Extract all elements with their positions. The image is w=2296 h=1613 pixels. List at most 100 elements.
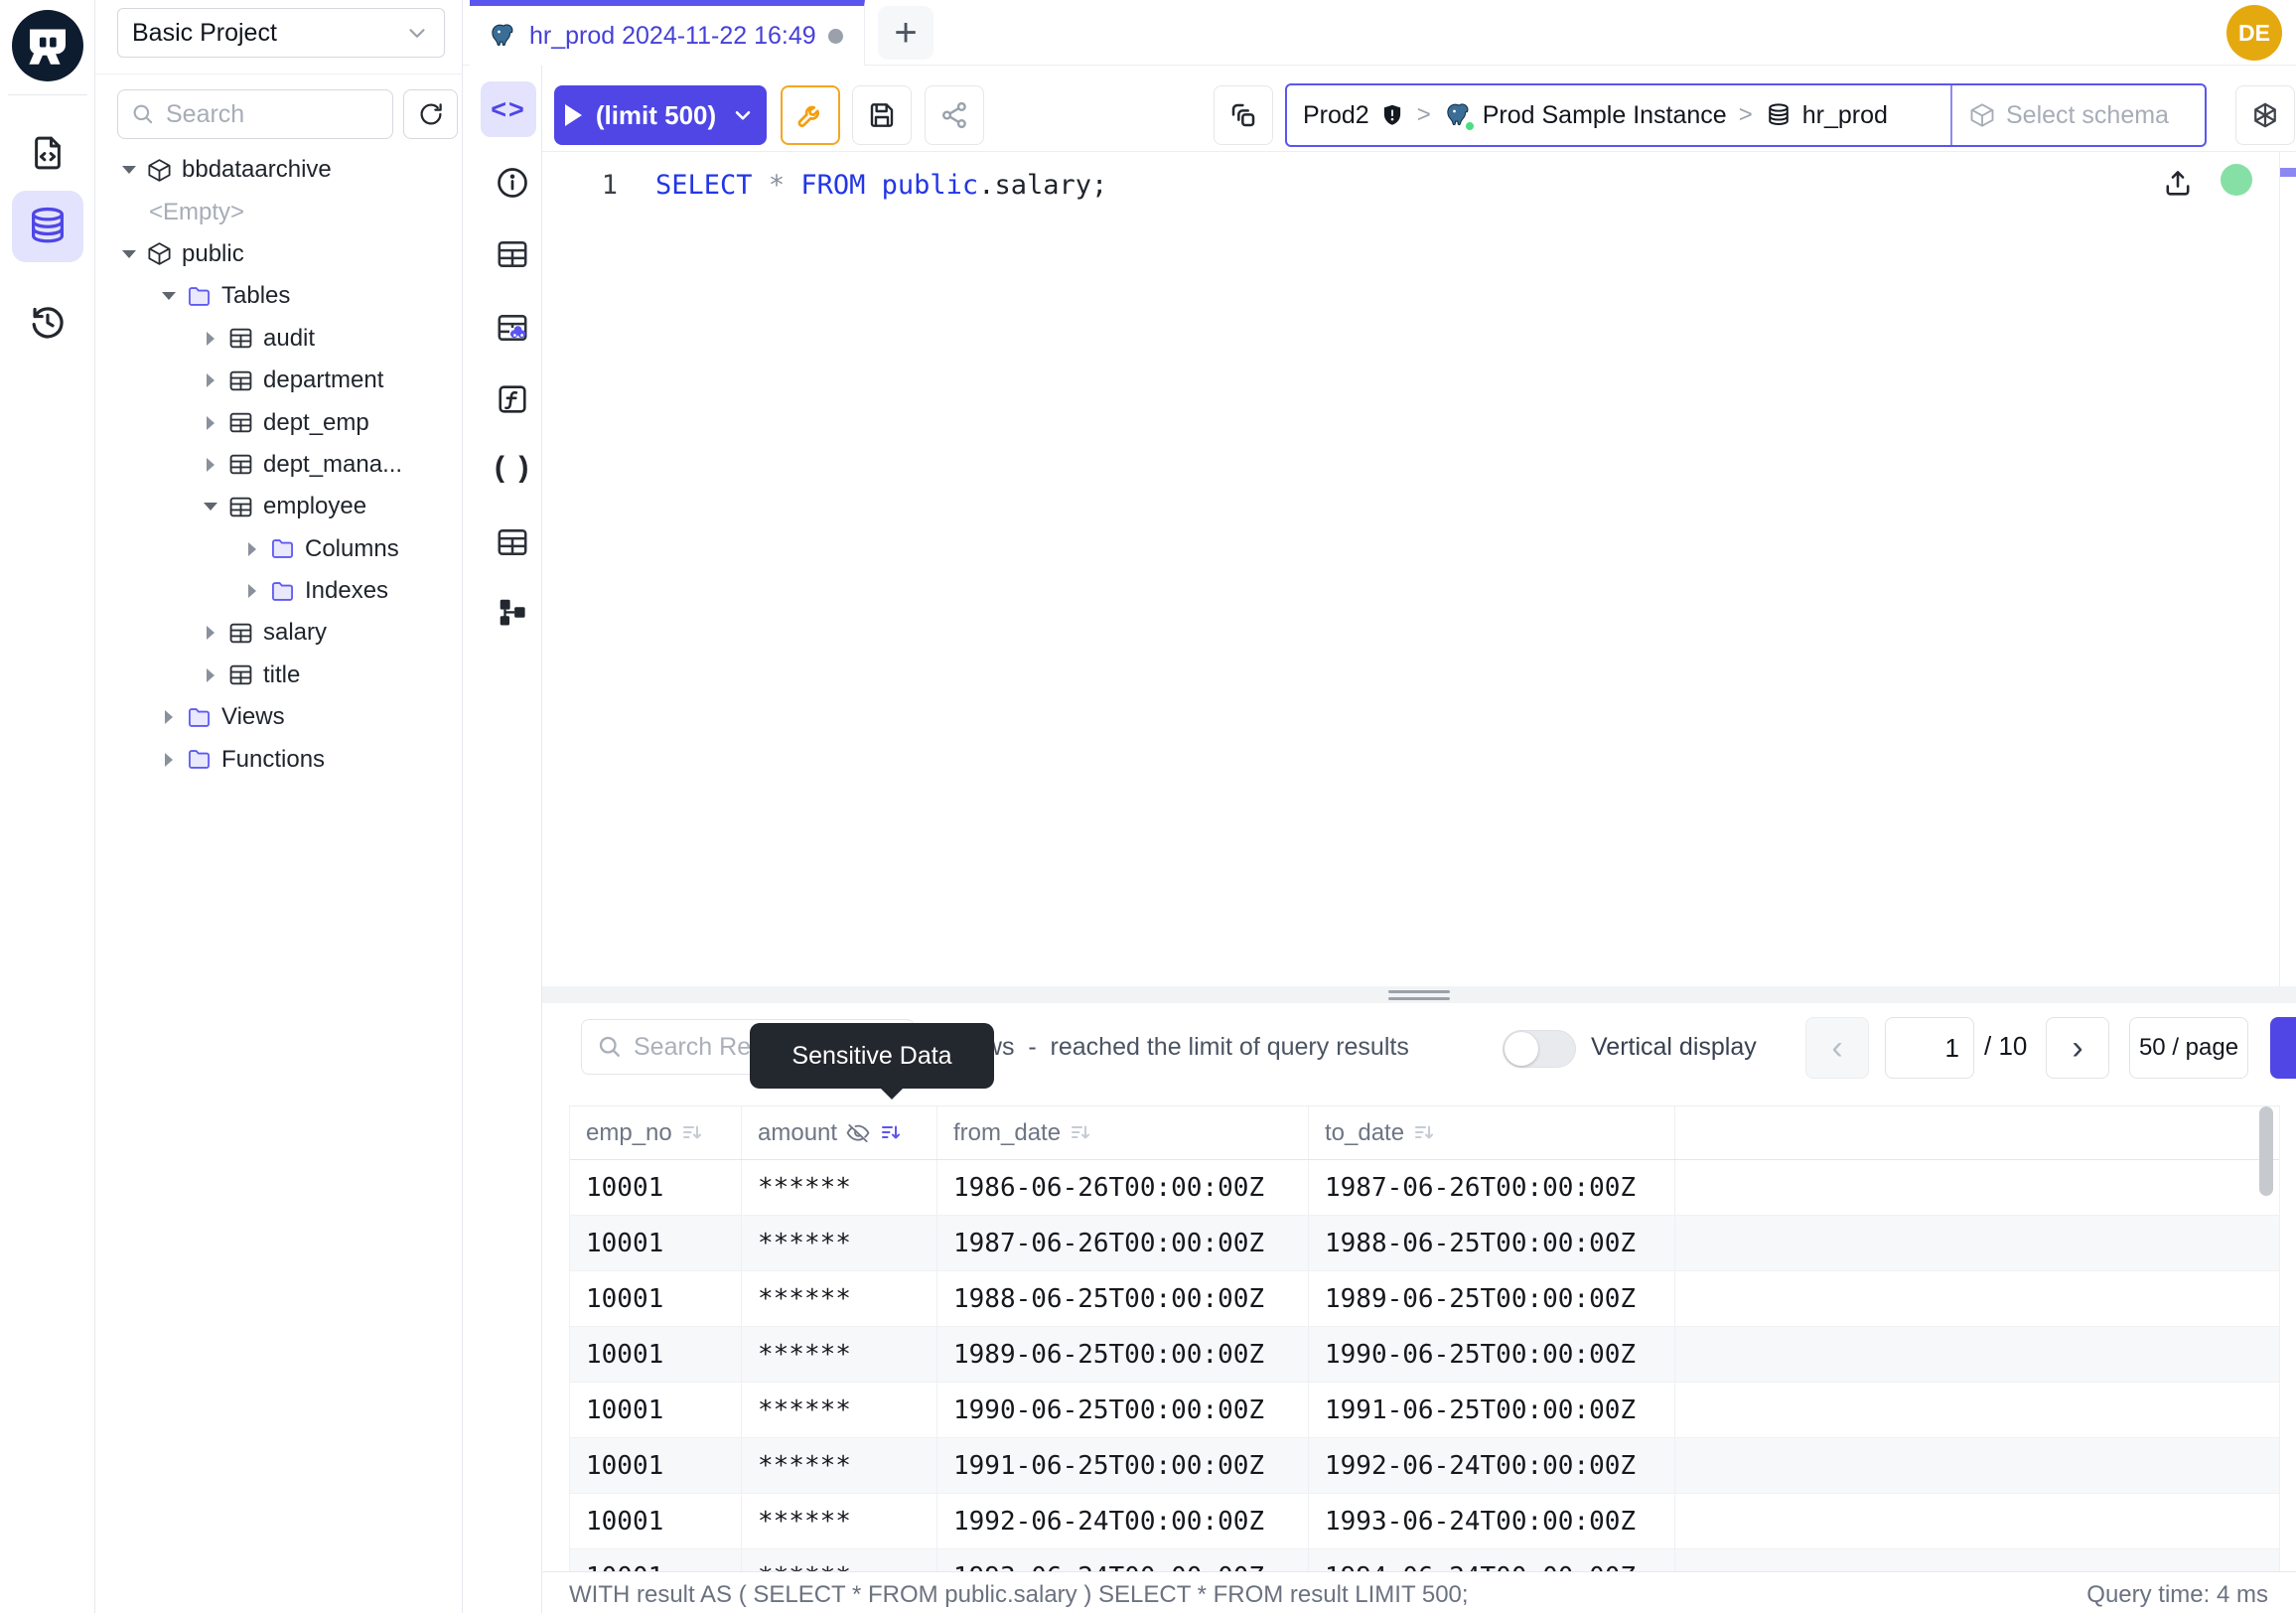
- caret-right-icon[interactable]: [203, 458, 218, 472]
- tree-search-input[interactable]: [166, 100, 364, 129]
- cube-icon: [146, 157, 173, 184]
- tree-search-box[interactable]: [117, 89, 393, 139]
- eye-off-icon[interactable]: [845, 1120, 871, 1146]
- code-mode-button[interactable]: <>: [481, 81, 536, 137]
- tree-item-employee[interactable]: employee: [95, 486, 463, 527]
- cube-icon: [1968, 101, 1996, 129]
- connection-breadcrumb[interactable]: Prod2 > Prod Sample Instance > hr_prod S…: [1285, 83, 2207, 147]
- tree-item-views[interactable]: Views: [95, 696, 463, 738]
- caret-right-icon[interactable]: [203, 416, 218, 430]
- vertical-display-toggle[interactable]: [1503, 1030, 1576, 1068]
- table-cell: 1990-06-25T00:00:00Z: [1309, 1327, 1675, 1382]
- table-row[interactable]: 10001******1989-06-25T00:00:00Z1990-06-2…: [570, 1327, 2279, 1383]
- folder-icon: [186, 746, 213, 773]
- table-row[interactable]: 10001******1988-06-25T00:00:00Z1989-06-2…: [570, 1271, 2279, 1327]
- table-icon: [227, 325, 254, 352]
- tree-item-functions[interactable]: Functions: [95, 738, 463, 780]
- info-icon[interactable]: [495, 165, 530, 201]
- schema-sidebar: Basic Project bbdataarchive<Empty>public…: [95, 0, 463, 1613]
- avatar[interactable]: DE: [2226, 5, 2282, 61]
- caret-right-icon[interactable]: [244, 542, 260, 556]
- active-worksheet-tab[interactable]: hr_prod 2024-11-22 16:49: [470, 0, 865, 66]
- prev-page-button[interactable]: ‹: [1805, 1017, 1869, 1079]
- bytebase-logo[interactable]: [12, 10, 83, 81]
- batch-query-button[interactable]: [1214, 85, 1273, 145]
- caret-right-icon[interactable]: [244, 584, 260, 598]
- caret-down-icon[interactable]: [203, 503, 218, 511]
- tree-item-title[interactable]: title: [95, 655, 463, 696]
- parameters-icon[interactable]: ( ): [495, 451, 531, 487]
- editor-scrollbar[interactable]: [2279, 152, 2280, 987]
- share-button[interactable]: [925, 85, 984, 145]
- caret-down-icon[interactable]: [121, 166, 137, 174]
- schema-selector[interactable]: Select schema: [1950, 85, 2205, 145]
- table-cell: ******: [742, 1327, 937, 1382]
- page-size-select[interactable]: 50 / page: [2129, 1017, 2248, 1079]
- column-header-emp_no[interactable]: emp_no: [570, 1106, 742, 1159]
- table-row[interactable]: 10001******1990-06-25T00:00:00Z1991-06-2…: [570, 1383, 2279, 1438]
- ai-assistant-button[interactable]: [2235, 85, 2295, 145]
- history-nav-button[interactable]: [12, 286, 83, 358]
- caret-right-icon[interactable]: [203, 332, 218, 346]
- tree-item-salary[interactable]: salary: [95, 612, 463, 654]
- sort-icon[interactable]: [680, 1121, 704, 1145]
- caret-right-icon[interactable]: [161, 753, 177, 767]
- tree-item-tables[interactable]: Tables: [95, 275, 463, 317]
- caret-down-icon[interactable]: [121, 250, 137, 258]
- table-row[interactable]: 10001******1993-06-24T00:00:00Z1994-06-2…: [570, 1549, 2279, 1571]
- next-page-button[interactable]: ›: [2046, 1017, 2109, 1079]
- results-table[interactable]: emp_noamountfrom_dateto_date 10001******…: [569, 1105, 2280, 1571]
- format-sql-button[interactable]: [781, 85, 840, 145]
- project-selector[interactable]: Basic Project: [117, 8, 445, 58]
- results-scrollbar[interactable]: [2259, 1106, 2273, 1196]
- tree-item-dept-mana-[interactable]: dept_mana...: [95, 444, 463, 486]
- column-header-amount[interactable]: amount: [742, 1106, 937, 1159]
- sql-editor-pane[interactable]: 1 SELECT * FROM public.salary;: [542, 151, 2296, 986]
- table-panel-icon[interactable]: [495, 236, 530, 272]
- tree-item-department[interactable]: department: [95, 360, 463, 401]
- function-icon[interactable]: [495, 381, 530, 417]
- tree-item-label: Columns: [305, 535, 399, 563]
- upload-icon[interactable]: [2161, 166, 2195, 200]
- tree-item-public[interactable]: public: [95, 233, 463, 275]
- caret-right-icon[interactable]: [203, 668, 218, 682]
- table-row[interactable]: 10001******1991-06-25T00:00:00Z1992-06-2…: [570, 1438, 2279, 1494]
- chevron-down-icon[interactable]: [730, 102, 756, 128]
- table-row[interactable]: 10001******1987-06-26T00:00:00Z1988-06-2…: [570, 1216, 2279, 1271]
- export-button[interactable]: [2270, 1017, 2296, 1079]
- table-row[interactable]: 10001******1986-06-26T00:00:00Z1987-06-2…: [570, 1160, 2279, 1216]
- tree-item-indexes[interactable]: Indexes: [95, 570, 463, 612]
- sql-editor-app: Basic Project bbdataarchive<Empty>public…: [0, 0, 2296, 1613]
- database-icon: [1765, 101, 1793, 129]
- new-tab-button[interactable]: +: [878, 6, 933, 60]
- tree-item-dept-emp[interactable]: dept_emp: [95, 401, 463, 443]
- table-cell: 1988-06-25T00:00:00Z: [1309, 1216, 1675, 1270]
- sort-icon[interactable]: [879, 1121, 903, 1145]
- sort-icon[interactable]: [1412, 1121, 1436, 1145]
- save-button[interactable]: [852, 85, 912, 145]
- run-query-button[interactable]: (limit 500): [554, 85, 767, 145]
- page-number-input[interactable]: [1885, 1017, 1974, 1079]
- tree-item--empty-[interactable]: <Empty>: [95, 191, 463, 232]
- refresh-button[interactable]: [403, 89, 458, 139]
- database-nav-button[interactable]: [12, 191, 83, 262]
- tree-item-audit[interactable]: audit: [95, 318, 463, 360]
- table-list-icon[interactable]: [495, 524, 530, 560]
- worksheet-nav-button[interactable]: [12, 117, 83, 189]
- caret-down-icon[interactable]: [161, 292, 177, 300]
- column-header-to_date[interactable]: to_date: [1309, 1106, 1675, 1159]
- table-cell: 1994-06-24T00:00:00Z: [1309, 1549, 1675, 1571]
- schema-diagram-icon[interactable]: [495, 594, 530, 630]
- caret-right-icon[interactable]: [203, 626, 218, 640]
- column-header-from_date[interactable]: from_date: [937, 1106, 1309, 1159]
- sort-icon[interactable]: [1069, 1121, 1092, 1145]
- table-icon: [227, 620, 254, 647]
- caret-right-icon[interactable]: [161, 710, 177, 724]
- tree-item-columns[interactable]: Columns: [95, 528, 463, 570]
- masked-data-icon[interactable]: [495, 310, 530, 346]
- tree-item-bbdataarchive[interactable]: bbdataarchive: [95, 149, 463, 191]
- table-row[interactable]: 10001******1992-06-24T00:00:00Z1993-06-2…: [570, 1494, 2279, 1549]
- connection-path[interactable]: Prod2 > Prod Sample Instance > hr_prod: [1287, 85, 1950, 145]
- caret-right-icon[interactable]: [203, 373, 218, 387]
- panel-splitter-handle[interactable]: [542, 986, 2296, 1003]
